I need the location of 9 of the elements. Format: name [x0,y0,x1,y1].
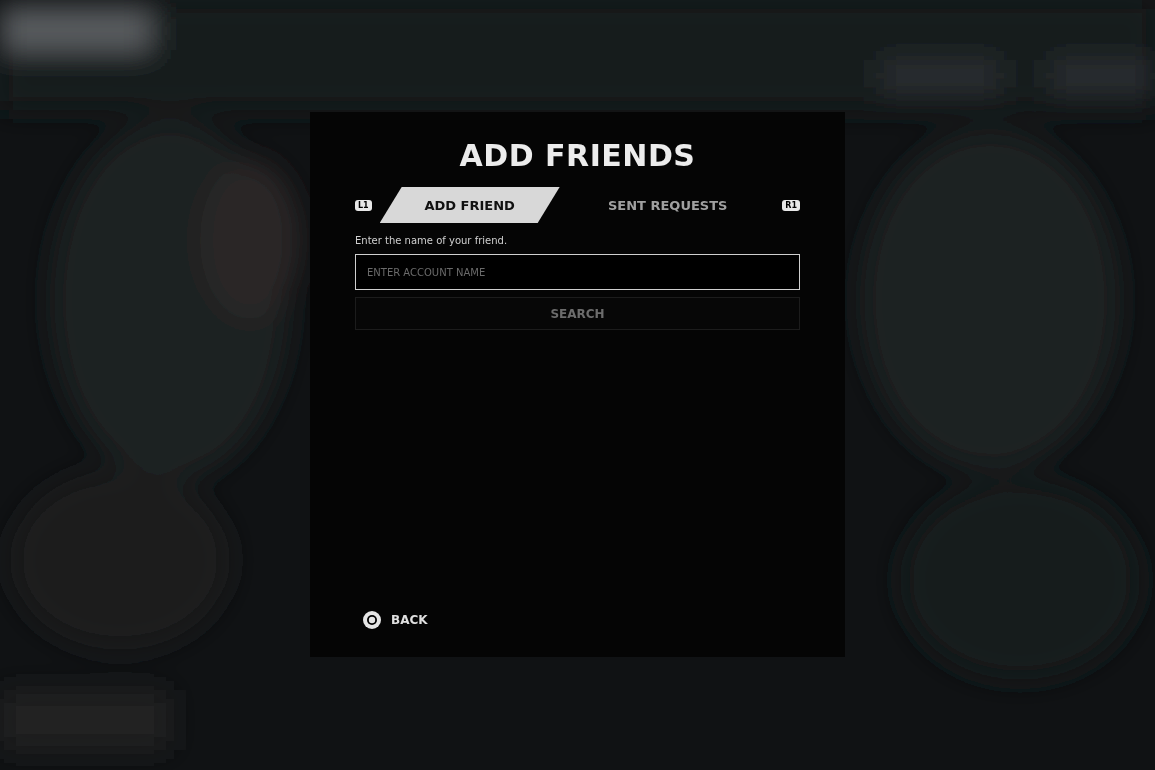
tab[interactable]: ADD FRIEND [379,187,560,223]
circle-button-icon [363,611,381,629]
account-name-field[interactable]: ENTER ACCOUNT NAME [355,254,800,290]
back-button[interactable]: BACK [391,613,428,627]
instruction-text: Enter the name of your friend. [355,235,509,246]
shoulder-key-badge: R1 [782,199,800,211]
dialog-title: ADD FRIENDS [458,138,697,173]
tab[interactable]: SENT REQUESTS [577,187,758,223]
shoulder-key-badge: L1 [355,199,372,211]
